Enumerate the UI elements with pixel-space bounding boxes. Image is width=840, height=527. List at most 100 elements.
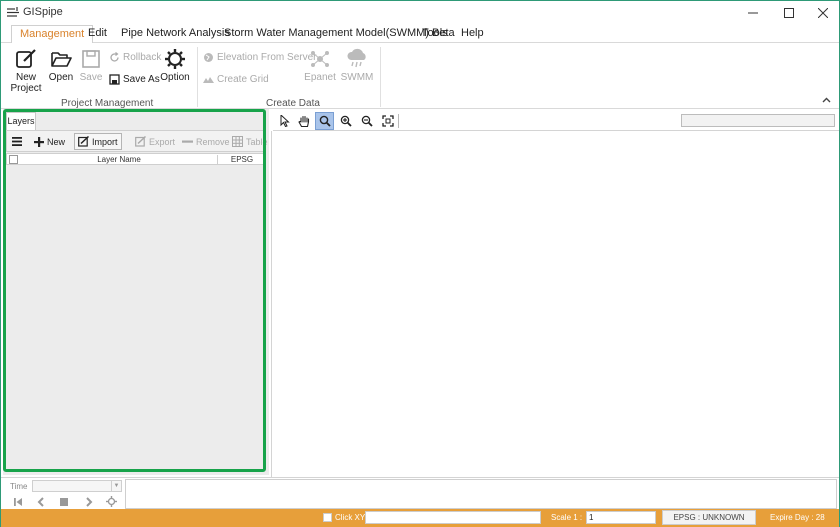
column-layer-name[interactable]: Layer Name (21, 155, 218, 164)
elevation-from-server-label: Elevation From Server (217, 52, 317, 63)
title-bar: GISpipe (1, 1, 839, 25)
select-tool-button[interactable] (275, 112, 294, 130)
create-grid-button[interactable]: Create Grid (203, 74, 269, 85)
time-prev-button[interactable] (33, 495, 48, 508)
new-project-label: New Project (10, 72, 42, 94)
toolbar-divider (398, 114, 399, 128)
menu-edit[interactable]: Edit (80, 25, 115, 43)
new-layer-button[interactable]: New (31, 133, 68, 150)
map-progress-bar (681, 114, 835, 127)
project-management-group-label: Project Management (61, 98, 154, 109)
maximize-button[interactable] (771, 1, 807, 25)
time-first-button[interactable] (10, 495, 25, 508)
zoom-tool-button[interactable] (315, 112, 334, 130)
remove-button[interactable]: Remove (179, 133, 233, 150)
time-stop-button[interactable] (56, 495, 71, 508)
coordinate-display (365, 511, 541, 524)
save-button[interactable]: Save (79, 48, 103, 83)
ribbon-group-divider (380, 47, 381, 107)
epsg-status: EPSG : UNKNOWN (662, 510, 756, 525)
map-canvas[interactable] (271, 131, 839, 477)
select-all-checkbox[interactable] (9, 155, 18, 164)
new-project-button[interactable]: New Project (10, 48, 42, 94)
folder-open-icon (51, 52, 72, 67)
pan-tool-button[interactable] (295, 112, 314, 130)
map-toolbar (273, 111, 839, 131)
click-xy-toggle[interactable]: Click XY (323, 513, 365, 522)
status-bar: Click XY Scale 1 : 1 EPSG : UNKNOWN Expi… (1, 509, 839, 527)
click-xy-checkbox[interactable] (323, 513, 332, 522)
gear-icon (165, 49, 185, 69)
save-icon (82, 50, 100, 68)
time-label: Time (10, 482, 28, 491)
close-button[interactable] (805, 1, 840, 25)
import-button[interactable]: Import (74, 133, 122, 150)
app-icon (7, 7, 19, 17)
menu-help[interactable]: Help (453, 25, 492, 43)
tab-layers[interactable]: Layers (6, 112, 36, 130)
create-data-group-label: Create Data (266, 98, 320, 109)
create-grid-label: Create Grid (217, 74, 269, 85)
zoom-extent-button[interactable] (378, 112, 397, 130)
save-label: Save (79, 72, 103, 83)
ribbon: New Project Open Save Rollback Save As O… (1, 43, 839, 109)
import-label: Import (92, 136, 118, 147)
time-slider-track[interactable] (125, 479, 837, 509)
network-icon (311, 51, 329, 67)
export-button[interactable]: Export (132, 133, 178, 150)
ribbon-group-divider (197, 47, 198, 107)
layers-table-header: Layer Name EPSG (6, 153, 264, 165)
time-next-button[interactable] (81, 495, 96, 508)
save-as-icon (109, 74, 120, 85)
pointer-icon (280, 115, 290, 127)
epanet-button[interactable]: Epanet (304, 48, 336, 83)
swmm-button[interactable]: SWMM (341, 48, 373, 83)
rollback-icon (110, 52, 119, 62)
app-window: GISpipe Management Edit Pipe Network Ana… (0, 0, 840, 527)
stop-icon (59, 497, 68, 506)
minimize-icon (748, 12, 758, 14)
zoom-out-icon (361, 115, 373, 127)
open-label: Open (48, 72, 74, 83)
save-as-label: Save As (123, 74, 160, 85)
zoom-in-icon (340, 115, 352, 127)
option-button[interactable]: Option (159, 48, 191, 83)
rollback-button[interactable]: Rollback (109, 52, 161, 63)
chevron-down-icon: ▼ (111, 481, 121, 491)
full-extent-icon (381, 115, 394, 127)
swmm-label: SWMM (340, 72, 374, 83)
gear-icon (106, 496, 117, 507)
plus-icon (34, 136, 44, 147)
time-select[interactable]: ▼ (32, 480, 122, 492)
rain-cloud-icon (347, 48, 366, 68)
expire-day-status: Expire Day : 28 (770, 513, 825, 522)
hamburger-icon (12, 137, 22, 146)
column-epsg[interactable]: EPSG (219, 155, 265, 164)
skip-start-icon (13, 497, 22, 506)
menu-bar: Management Edit Pipe Network Analysis St… (1, 25, 839, 44)
scale-input[interactable]: 1 (586, 511, 656, 524)
option-label: Option (160, 72, 190, 83)
epanet-label: Epanet (304, 72, 336, 83)
click-xy-label: Click XY (335, 513, 366, 522)
table-label: Table (246, 136, 268, 147)
minimize-button[interactable] (735, 1, 771, 25)
magnifier-icon (319, 115, 331, 127)
save-as-button[interactable]: Save As (109, 74, 160, 85)
open-button[interactable]: Open (47, 48, 75, 83)
new-layer-label: New (47, 136, 66, 147)
window-title: GISpipe (23, 6, 63, 18)
hand-icon (298, 115, 310, 127)
zoom-out-button[interactable] (357, 112, 376, 130)
layers-menu-button[interactable] (9, 133, 28, 150)
elevation-from-server-button[interactable]: Elevation From Server (203, 52, 316, 63)
time-settings-button[interactable] (104, 495, 119, 508)
chevron-up-icon[interactable] (822, 96, 831, 105)
menu-tools[interactable]: Tools (414, 25, 456, 43)
zoom-in-button[interactable] (336, 112, 355, 130)
export-label: Export (149, 136, 176, 147)
table-button[interactable]: Table (229, 133, 271, 150)
minus-icon (182, 140, 193, 143)
chevron-right-icon (85, 496, 92, 507)
import-icon (78, 136, 89, 147)
